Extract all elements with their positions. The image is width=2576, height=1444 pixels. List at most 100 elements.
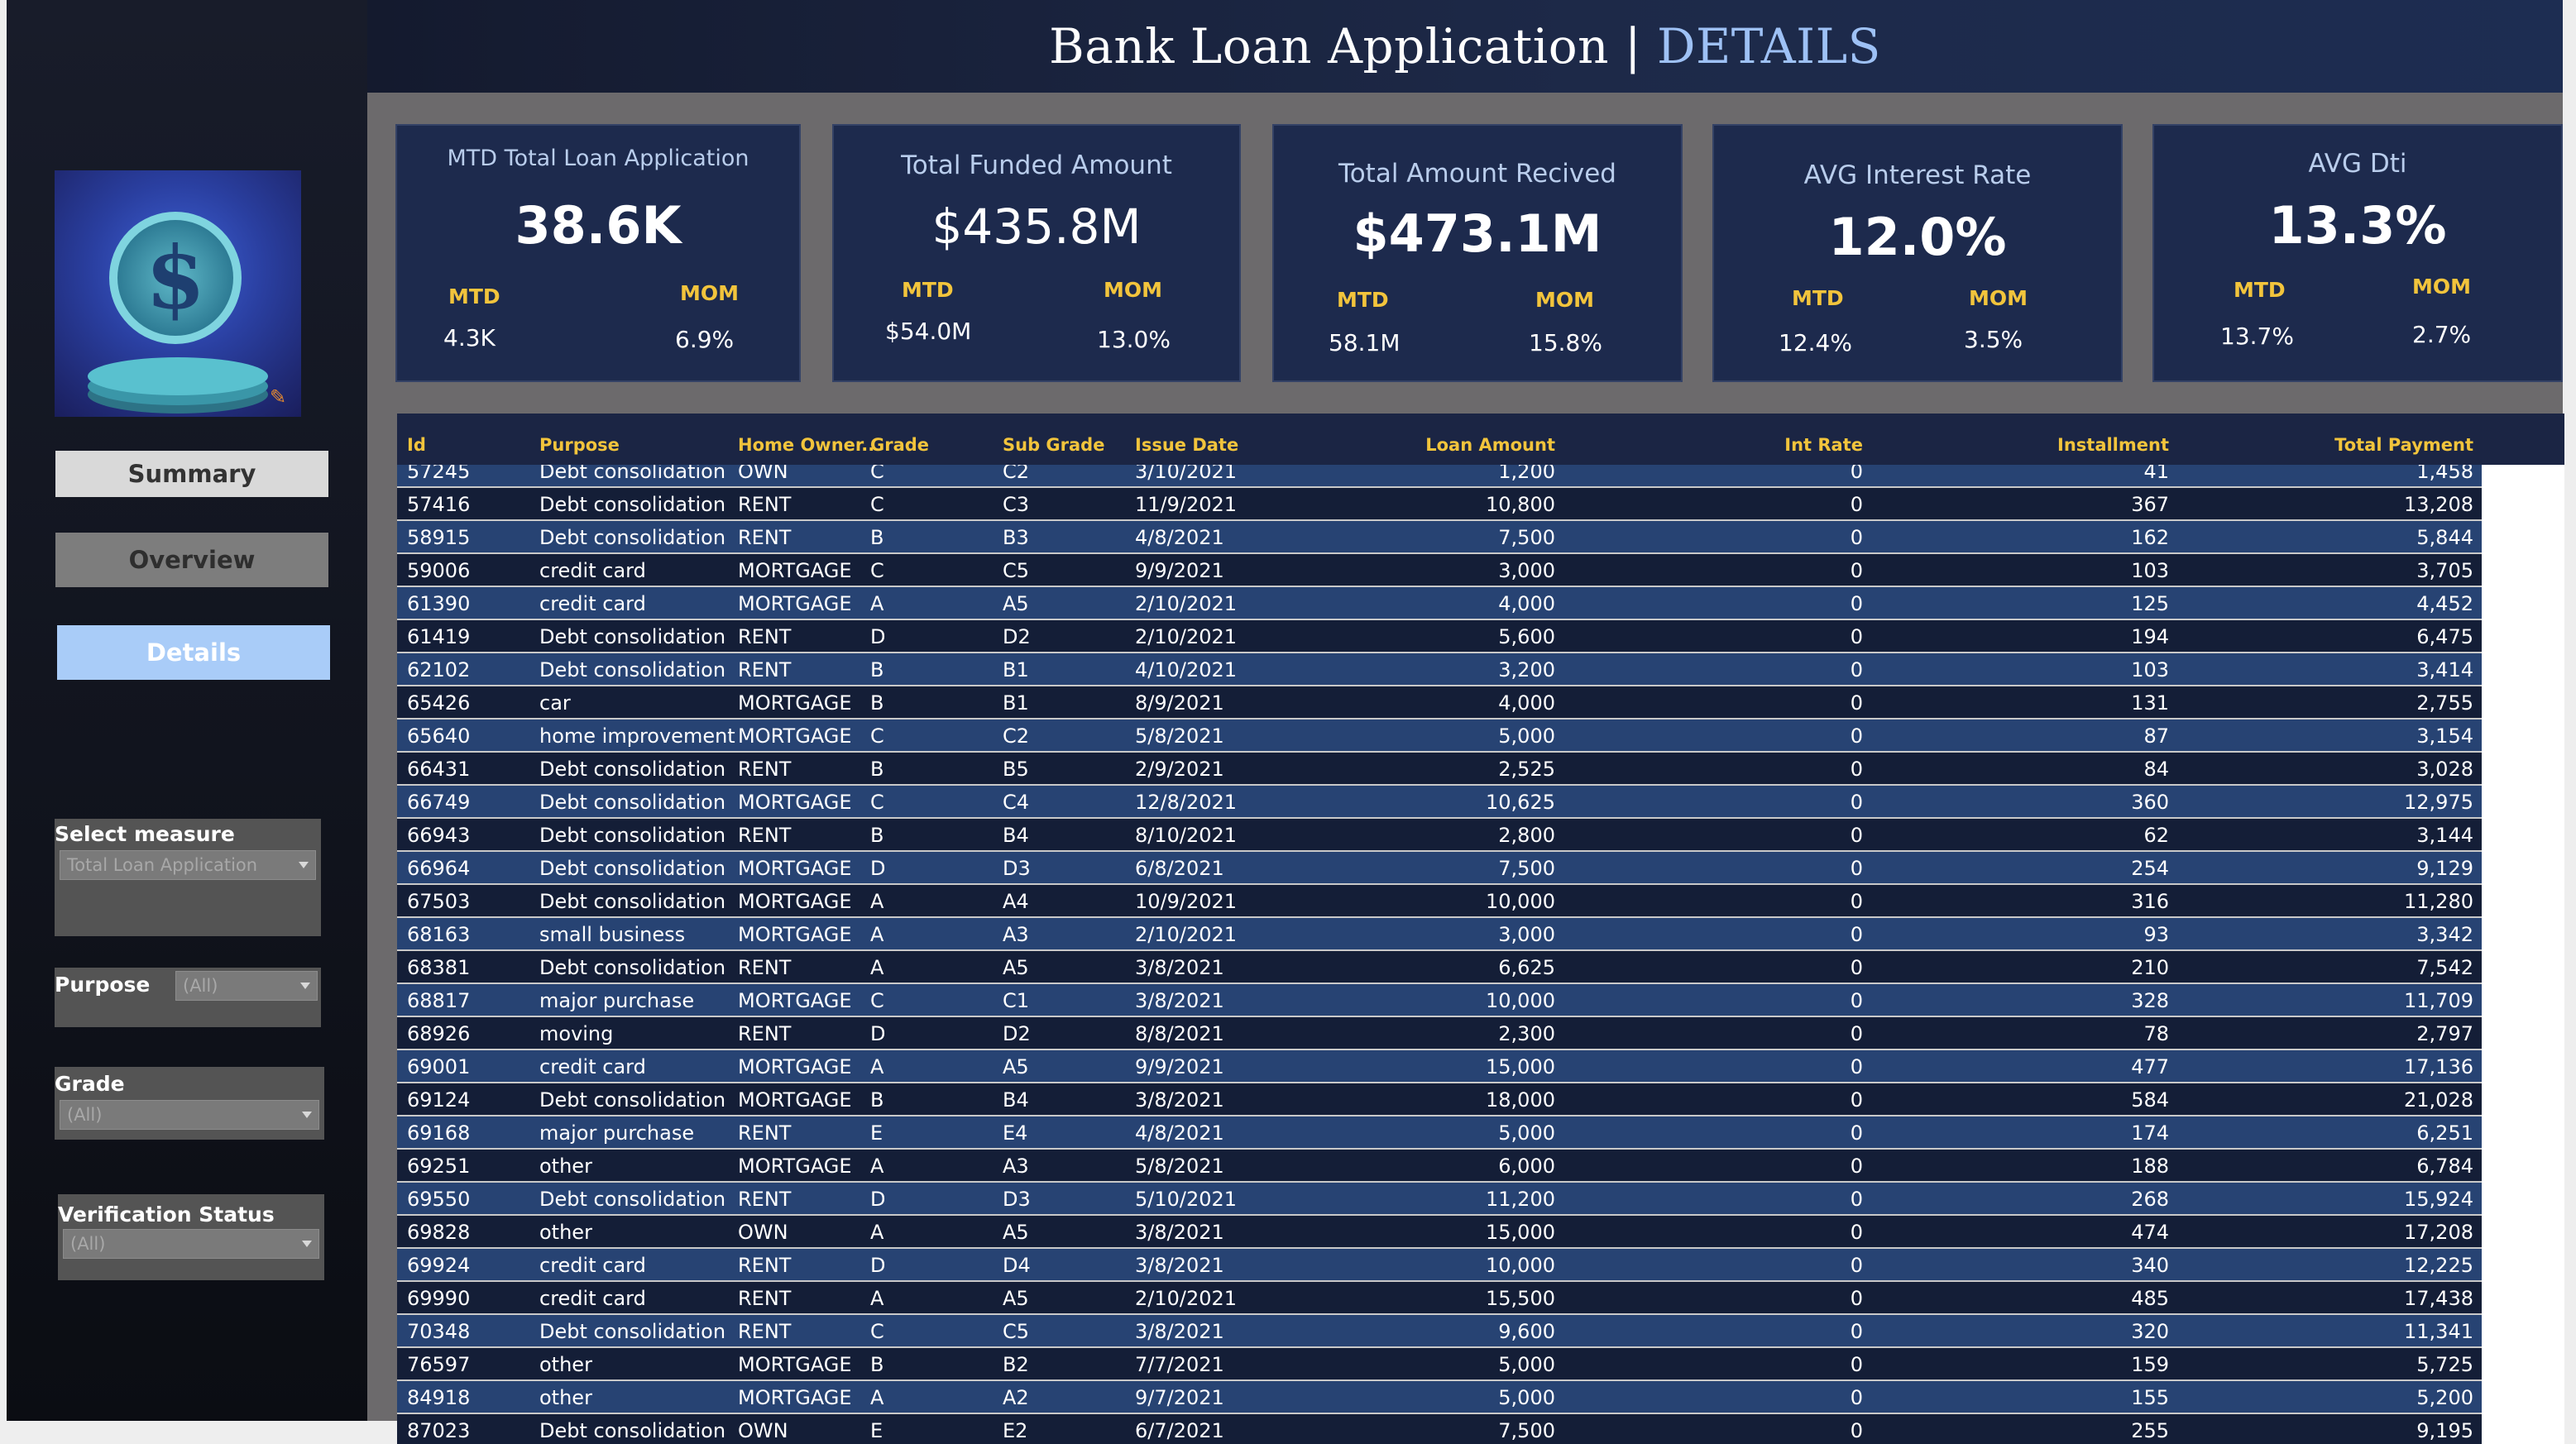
table-row[interactable]: 62102 Debt consolidation RENT B B1 4/10/2021 3… [397, 653, 2482, 686]
table-row[interactable]: 69124 Debt consolidation MORTGAGE B B4 3/8/20… [397, 1083, 2482, 1116]
cell-sub-grade: C2 [1003, 724, 1030, 748]
table-row[interactable]: 58915 Debt consolidation RENT B B3 4/8/2021 7,… [397, 521, 2482, 554]
cell-installment: 254 [2131, 857, 2169, 880]
cell-issue-date: 5/8/2021 [1135, 1155, 1224, 1178]
table-row[interactable]: 84918 other MORTGAGE A A2 9/7/2021 5,000 0 155 5,… [397, 1381, 2482, 1414]
table-row[interactable]: 66431 Debt consolidation RENT B B5 2/9/2021 2,… [397, 753, 2482, 786]
cell-id: 67503 [407, 890, 471, 913]
table-row[interactable]: 87023 Debt consolidation OWN E E2 6/7/2021 7,5… [397, 1414, 2482, 1444]
cell-issue-date: 6/8/2021 [1135, 857, 1224, 880]
cell-grade: D [870, 1188, 886, 1211]
cell-id: 59006 [407, 559, 471, 582]
cell-issue-date: 2/10/2021 [1135, 923, 1238, 946]
cell-purpose: moving [539, 1022, 614, 1045]
cell-installment: 188 [2131, 1155, 2169, 1178]
table-row[interactable]: 59006 credit card MORTGAGE C C5 9/9/2021 3,000… [397, 554, 2482, 587]
cell-id: 61390 [407, 592, 471, 615]
cell-purpose: other [539, 1155, 592, 1178]
cell-issue-date: 11/9/2021 [1135, 493, 1238, 516]
cell-loan-amount: 15,500 [1486, 1287, 1555, 1310]
cell-home-ownership: MORTGAGE [738, 691, 852, 715]
table-row[interactable]: 68163 small business MORTGAGE A A3 2/10/2021 3… [397, 918, 2482, 951]
verification-filter-label: Verification Status [58, 1203, 275, 1226]
measure-select[interactable]: Total Loan Application [60, 850, 316, 880]
cell-id: 69924 [407, 1254, 471, 1277]
cell-int-rate: 0 [1850, 989, 1863, 1012]
summary-button[interactable]: Summary [55, 451, 328, 497]
cell-purpose: other [539, 1353, 592, 1376]
cell-grade: B [870, 658, 884, 681]
cell-home-ownership: MORTGAGE [738, 592, 852, 615]
column-header-grade[interactable]: Grade [870, 435, 929, 455]
table-row[interactable]: 69828 other OWN A A5 3/8/2021 15,000 0 474 17,208 [397, 1216, 2482, 1249]
cell-int-rate: 0 [1850, 1419, 1863, 1442]
table-row[interactable]: 66943 Debt consolidation RENT B B4 8/10/2021 2… [397, 819, 2482, 852]
column-header-int-rate[interactable]: Int Rate [1615, 435, 1863, 455]
cell-grade: B [870, 691, 884, 715]
table-row[interactable]: 57416 Debt consolidation RENT C C3 11/9/2021 1… [397, 488, 2482, 521]
table-row[interactable]: 66749 Debt consolidation MORTGAGE C C4 12/8/2… [397, 786, 2482, 819]
cell-purpose: other [539, 1221, 592, 1244]
overview-button[interactable]: Overview [55, 533, 328, 587]
table-row[interactable]: 68381 Debt consolidation RENT A A5 3/8/2021 6,… [397, 951, 2482, 984]
cell-home-ownership: RENT [738, 493, 792, 516]
table-row[interactable]: 69990 credit card RENT A A5 2/10/2021 15,500 0 4… [397, 1282, 2482, 1315]
cell-installment: 320 [2131, 1320, 2169, 1343]
cell-total-payment: 5,725 [2416, 1353, 2473, 1376]
table-row[interactable]: 61419 Debt consolidation RENT D D2 2/10/2021 5… [397, 620, 2482, 653]
column-header-sub-grade[interactable]: Sub Grade [1003, 435, 1104, 455]
table-row[interactable]: 69168 major purchase RENT E E4 4/8/2021 5,000 0… [397, 1116, 2482, 1150]
table-row[interactable]: 66964 Debt consolidation MORTGAGE D D3 6/8/20… [397, 852, 2482, 885]
table-row[interactable]: 67503 Debt consolidation MORTGAGE A A4 10/9/2… [397, 885, 2482, 918]
column-header-total-payment[interactable]: Total Payment [2225, 435, 2473, 455]
table-row[interactable]: 65426 car MORTGAGE B B1 8/9/2021 4,000 0 131 2,75… [397, 686, 2482, 720]
cell-grade: A [870, 1221, 884, 1244]
table-row[interactable]: 76597 other MORTGAGE B B2 7/7/2021 5,000 0 159 5,… [397, 1348, 2482, 1381]
cell-installment: 103 [2131, 658, 2169, 681]
cell-total-payment: 15,924 [2404, 1188, 2473, 1211]
cell-loan-amount: 3,000 [1498, 559, 1555, 582]
cell-int-rate: 0 [1850, 658, 1863, 681]
column-header-home-ownership[interactable]: Home Owner.. [738, 435, 874, 455]
details-button[interactable]: Details [57, 625, 330, 680]
cell-home-ownership: RENT [738, 956, 792, 979]
table-scrollbar-thumb[interactable] [2482, 465, 2505, 1444]
cell-total-payment: 6,784 [2416, 1155, 2473, 1178]
table-row[interactable]: 69251 other MORTGAGE A A3 5/8/2021 6,000 0 188 6,… [397, 1150, 2482, 1183]
table-row[interactable]: 69924 credit card RENT D D4 3/8/2021 10,000 0 34… [397, 1249, 2482, 1282]
cell-home-ownership: OWN [738, 1419, 788, 1442]
cell-grade: B [870, 1088, 884, 1112]
table-row[interactable]: 69001 credit card MORTGAGE A A5 9/9/2021 15,00… [397, 1050, 2482, 1083]
table-row[interactable]: 69550 Debt consolidation RENT D D3 5/10/2021 1… [397, 1183, 2482, 1216]
purpose-select[interactable]: (All) [175, 971, 318, 1001]
cell-installment: 360 [2131, 791, 2169, 814]
cell-grade: A [870, 1055, 884, 1078]
cell-grade: A [870, 956, 884, 979]
grade-select[interactable]: (All) [60, 1100, 319, 1130]
table-row[interactable]: 70348 Debt consolidation RENT C C5 3/8/2021 9,… [397, 1315, 2482, 1348]
cell-issue-date: 9/7/2021 [1135, 1386, 1224, 1409]
column-header-issue-date[interactable]: Issue Date [1135, 435, 1238, 455]
cell-home-ownership: RENT [738, 1022, 792, 1045]
cell-loan-amount: 5,600 [1498, 625, 1555, 648]
coin-stack-shape [88, 357, 268, 395]
cell-int-rate: 0 [1850, 1055, 1863, 1078]
column-header-installment[interactable]: Installment [1921, 435, 2169, 455]
cell-issue-date: 5/10/2021 [1135, 1188, 1238, 1211]
column-header-id[interactable]: Id [407, 435, 426, 455]
table-row[interactable]: 61390 credit card MORTGAGE A A5 2/10/2021 4,00… [397, 587, 2482, 620]
cell-id: 58915 [407, 526, 471, 549]
cell-int-rate: 0 [1850, 1320, 1863, 1343]
column-header-loan-amount[interactable]: Loan Amount [1307, 435, 1555, 455]
verification-select[interactable]: (All) [63, 1229, 319, 1259]
cell-int-rate: 0 [1850, 1287, 1863, 1310]
cell-grade: B [870, 824, 884, 847]
purpose-select-value: (All) [183, 976, 218, 996]
cell-grade: E [870, 1121, 883, 1145]
column-header-purpose[interactable]: Purpose [539, 435, 620, 455]
table-row[interactable]: 65640 home improvement MORTGAGE C C2 5/8/2021… [397, 720, 2482, 753]
table-row[interactable]: 68926 moving RENT D D2 8/8/2021 2,300 0 78 2,797 [397, 1017, 2482, 1050]
table-row[interactable]: 68817 major purchase MORTGAGE C C1 3/8/2021 10… [397, 984, 2482, 1017]
cell-sub-grade: D4 [1003, 1254, 1031, 1277]
cell-home-ownership: MORTGAGE [738, 890, 852, 913]
